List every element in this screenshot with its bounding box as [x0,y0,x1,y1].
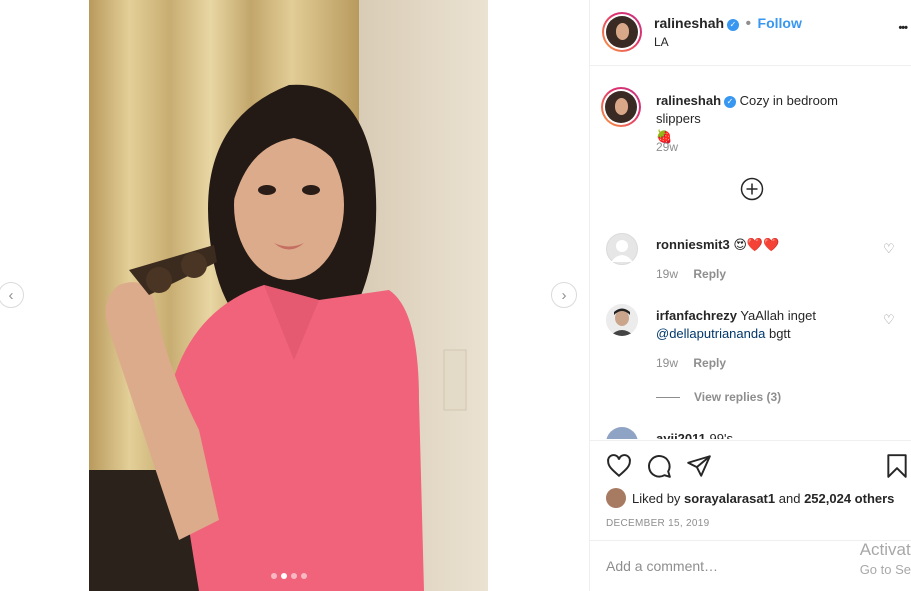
watermark-line-1: Activat [859,540,911,559]
prev-post-button[interactable]: ‹ [0,282,24,308]
comment-username[interactable]: ronniesmit3 [656,237,730,252]
instagram-post-modal: ‹ › ralineshah ✓ • Follow LA ••• ralines… [0,0,911,591]
bookmark-icon [887,454,907,478]
follow-button[interactable]: Follow [758,15,802,31]
verified-badge-icon: ✓ [727,19,740,31]
liker-avatar[interactable] [606,488,626,508]
replies-line [656,397,680,399]
paper-plane-icon [687,455,711,477]
comment-bubble-icon [648,455,671,478]
like-button[interactable] [606,453,632,479]
post-location[interactable]: LA [654,35,669,49]
comment-text-2: bgtt [768,326,791,341]
comment-item: ayii2011 99's [606,427,895,439]
commenter-avatar[interactable] [606,233,638,265]
like-comment-icon[interactable]: ♡ [883,242,895,255]
author-username[interactable]: ralineshah [654,15,724,31]
verified-badge-icon: ✓ [724,96,737,108]
likes-summary: Liked by sorayalarasat1 and 252,024 othe… [606,488,894,508]
commenter-avatar[interactable] [606,304,638,336]
post-actions: Liked by sorayalarasat1 and 252,024 othe… [590,440,911,540]
reply-button[interactable]: Reply [693,267,726,281]
carousel-indicator [89,573,488,579]
carousel-dot [270,573,277,579]
default-avatar-icon [611,240,633,262]
reply-button[interactable]: Reply [693,356,726,370]
comment-text: 😍❤️❤️ [733,237,780,252]
caption-avatar[interactable] [601,87,641,127]
comment-time: 19w [656,356,679,370]
comment-text: 99's [709,431,733,439]
comment-username[interactable]: ayii2011 [656,431,706,439]
separator-dot: • [745,15,752,32]
watermark-line-2: Go to Se [859,562,911,577]
liker-username[interactable]: sorayalarasat1 [684,491,775,506]
chevron-left-icon: ‹ [8,286,14,304]
likes-middle: and [778,491,801,506]
caption-username[interactable]: ralineshah [656,93,721,108]
more-options-icon[interactable]: ••• [898,22,908,34]
comment-item: irfanfachrezy YaAllah inget @dellaputria… [606,304,895,404]
likes-prefix: Liked by [632,491,681,506]
load-more-comments-button[interactable] [740,177,764,201]
author-avatar[interactable] [602,12,642,52]
post-photo[interactable] [89,0,488,591]
windows-activation-watermark: Activat Go to Se [860,540,911,580]
heart-icon [607,454,631,478]
chevron-right-icon: › [561,286,567,304]
photo-illustration [89,0,488,591]
share-button[interactable] [686,453,712,479]
commenter-avatar[interactable] [606,427,638,439]
carousel-dot-active [280,573,287,579]
view-replies-button[interactable]: View replies (3) [656,390,781,404]
next-image-button[interactable]: › [551,282,577,308]
save-button[interactable] [884,453,910,479]
post-date: DECEMBER 15, 2019 [606,518,710,529]
post-header: ralineshah ✓ • Follow LA ••• [590,0,911,66]
carousel-dot [290,573,297,579]
comments-list: ralineshah ✓ Cozy in bedroom slippers 🍓 2… [590,67,911,439]
strawberry-emoji: 🍓 [656,129,673,144]
comment-button[interactable] [646,453,672,479]
comment-username[interactable]: irfanfachrezy [656,308,737,323]
caption-time: 29w [656,140,679,154]
view-replies-label: View replies (3) [694,390,782,404]
add-comment-input[interactable] [606,558,846,574]
carousel-dot [300,573,307,579]
comment-item: ronniesmit3 😍❤️❤️ ♡ 19w Reply [606,233,895,283]
caption: ralineshah ✓ Cozy in bedroom slippers 🍓 2… [601,87,895,157]
plus-circle-icon [740,177,764,201]
comment-mention-link[interactable]: @dellaputriananda [656,326,765,341]
like-comment-icon[interactable]: ♡ [883,313,895,326]
comment-time: 19w [656,267,679,281]
post-side-panel: ralineshah ✓ • Follow LA ••• ralineshah ✓ … [589,0,911,591]
commenter-photo [606,304,638,336]
left-gutter: ‹ [0,0,89,591]
comment-text: YaAllah inget [740,308,816,323]
likes-count[interactable]: 252,024 others [804,491,894,506]
gutter-right: › [488,0,589,591]
